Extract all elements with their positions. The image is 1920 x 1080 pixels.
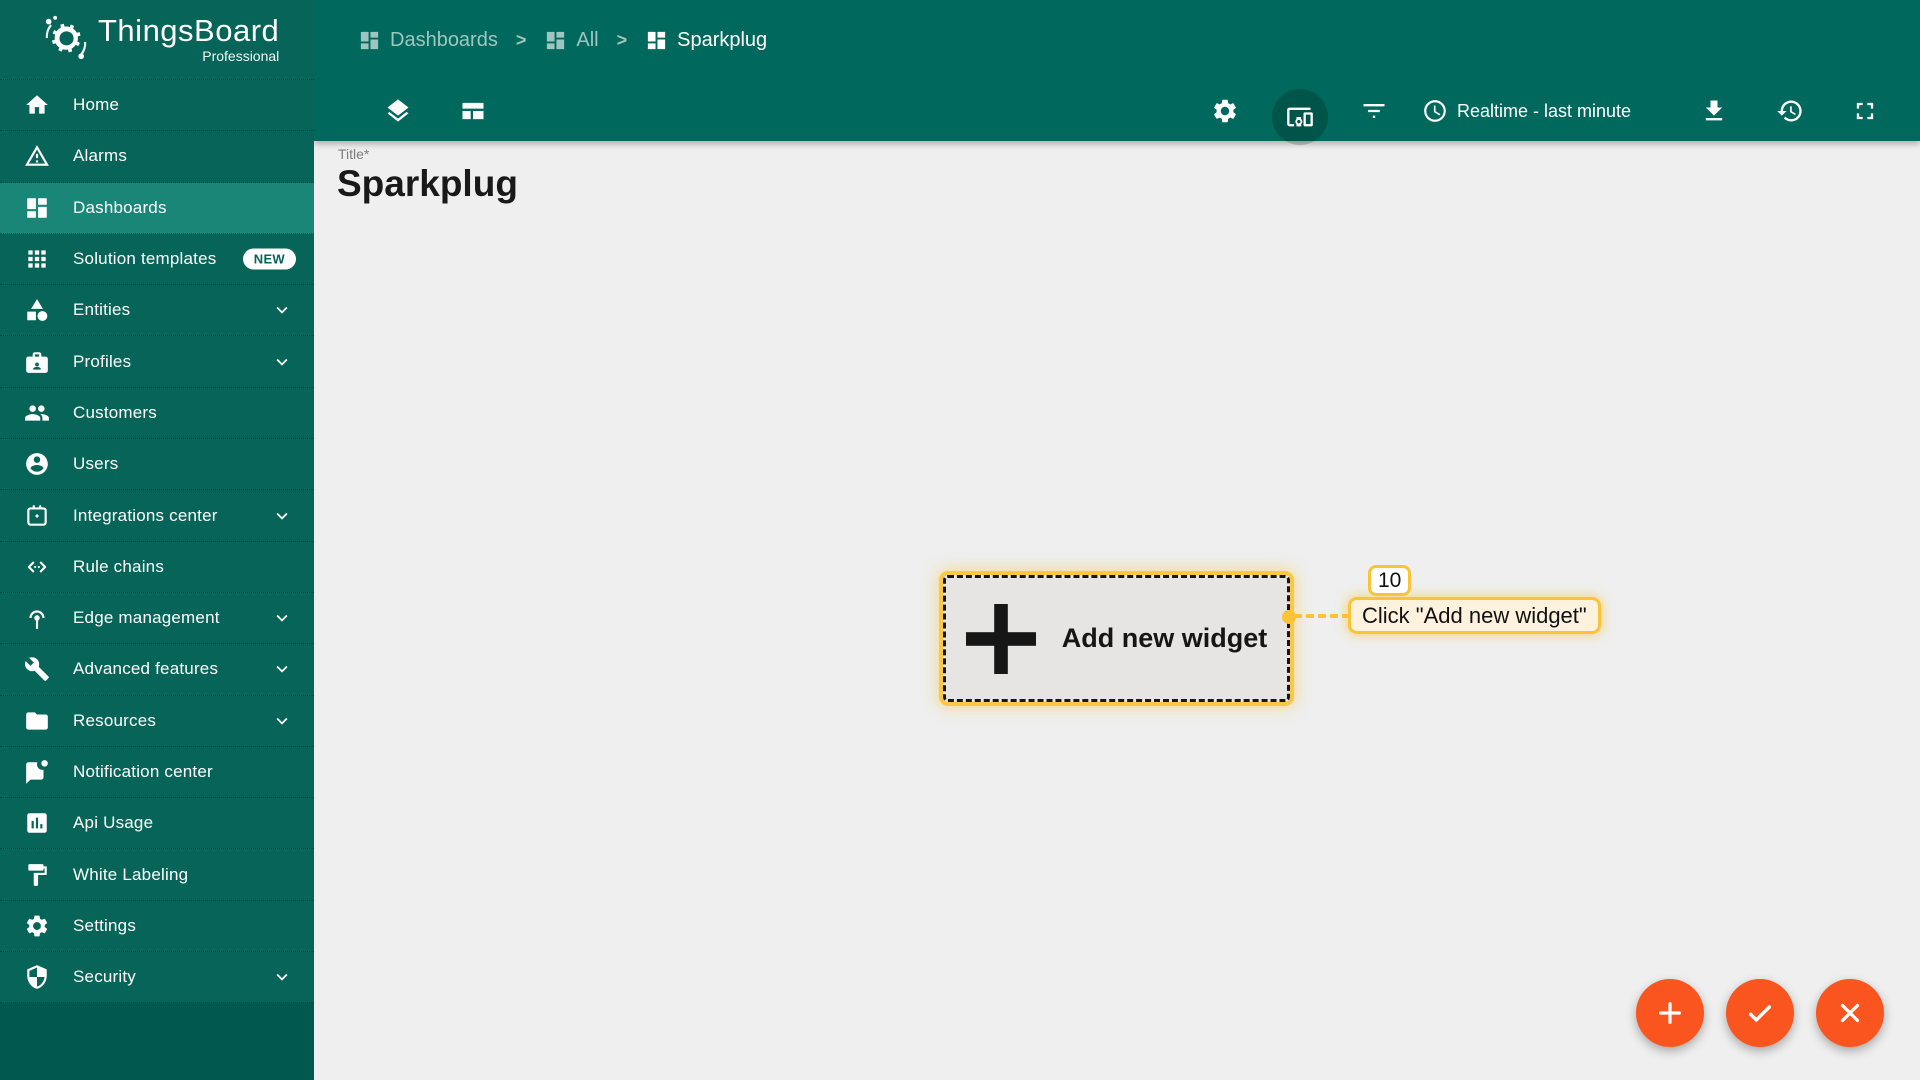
dashboard-canvas: Title* Sparkplug Add new widget 10 Click… — [314, 141, 1920, 1080]
dashboards-icon — [645, 29, 668, 52]
sidebar-item-edge-management[interactable]: Edge management — [0, 593, 314, 645]
breadcrumb-dashboards[interactable]: Dashboards — [358, 29, 498, 52]
apply-changes-fab[interactable] — [1726, 979, 1794, 1047]
breadcrumb-separator: > — [616, 29, 628, 50]
plus-icon — [1654, 997, 1686, 1029]
sidebar-item-profiles[interactable]: Profiles — [0, 336, 314, 388]
sidebar-item-resources[interactable]: Resources — [0, 696, 314, 747]
resources-icon — [24, 708, 50, 734]
sidebar-filler — [0, 1003, 314, 1080]
manage-layouts-button[interactable] — [451, 89, 495, 133]
customers-icon — [24, 400, 50, 426]
sidebar-item-alarms[interactable]: Alarms — [0, 131, 314, 183]
sidebar-item-customers[interactable]: Customers — [0, 388, 314, 440]
close-icon — [1835, 998, 1865, 1028]
annotation-connector-line — [1294, 614, 1350, 618]
chevron-down-icon — [271, 505, 293, 527]
sidebar-item-home[interactable]: Home — [0, 80, 314, 132]
chevron-down-icon — [271, 710, 293, 732]
chevron-down-icon — [271, 299, 293, 321]
dashboard-toolbar: Realtime - last minute — [314, 80, 1920, 145]
entity-aliases-button[interactable] — [1272, 89, 1328, 145]
manage-layouts-icon — [459, 97, 487, 125]
layers-icon — [384, 97, 412, 125]
sidebar-item-integrations-center[interactable]: Integrations center — [0, 490, 314, 542]
solution-templates-icon — [24, 246, 50, 272]
download-icon — [1700, 97, 1728, 125]
settings-icon — [24, 913, 50, 939]
timewindow-label: Realtime - last minute — [1457, 100, 1632, 121]
white-labeling-icon — [24, 862, 50, 888]
sidebar-item-security[interactable]: Security — [0, 952, 314, 1004]
breadcrumb: Dashboards > All > Sparkplug — [358, 0, 767, 80]
new-badge: NEW — [242, 248, 296, 270]
entities-icon — [24, 297, 50, 323]
filter-icon — [1360, 97, 1388, 125]
brand-logo[interactable]: ThingsBoard Professional — [0, 0, 314, 80]
annotation-instruction: Click "Add new widget" — [1348, 597, 1601, 634]
dashboard-title-input[interactable]: Sparkplug — [337, 163, 518, 205]
chevron-down-icon — [271, 658, 293, 680]
notification-center-icon — [24, 759, 50, 785]
api-usage-icon — [24, 810, 50, 836]
top-header: ThingsBoard Professional Dashboards > Al… — [0, 0, 1920, 80]
breadcrumb-separator: > — [515, 29, 527, 50]
chevron-down-icon — [271, 966, 293, 988]
rule-chains-icon — [24, 554, 50, 580]
sidebar-item-advanced-features[interactable]: Advanced features — [0, 644, 314, 696]
sidebar-item-rule-chains[interactable]: Rule chains — [0, 542, 314, 593]
sidebar-item-settings[interactable]: Settings — [0, 901, 314, 953]
dashboards-icon — [544, 29, 567, 52]
sidebar-item-solution-templates[interactable]: Solution templates NEW — [0, 234, 314, 286]
fullscreen-icon — [1851, 97, 1879, 125]
edge-management-icon — [24, 605, 50, 631]
brand-name: ThingsBoard — [98, 13, 280, 48]
thingsboard-logo-icon — [40, 14, 92, 66]
dashboards-icon — [24, 195, 50, 221]
alarms-icon — [24, 143, 50, 169]
users-icon — [24, 451, 50, 477]
toolbar-fullscreen-button[interactable] — [1843, 89, 1887, 133]
advanced-features-icon — [24, 656, 50, 682]
dashboard-settings-button[interactable] — [1203, 89, 1247, 133]
thingsboard-app: ThingsBoard Professional Dashboards > Al… — [0, 0, 1920, 1080]
add-new-widget-button[interactable]: Add new widget — [943, 575, 1290, 702]
filters-button[interactable] — [1352, 89, 1396, 133]
home-icon — [24, 92, 50, 118]
history-button[interactable] — [1768, 89, 1812, 133]
sidebar-item-notification-center[interactable]: Notification center — [0, 747, 314, 799]
clock-icon — [1422, 98, 1448, 124]
dashboards-icon — [358, 29, 381, 52]
history-icon — [1776, 97, 1804, 125]
dashboard-title-label: Title* — [338, 146, 370, 162]
settings-icon — [1211, 97, 1239, 125]
sidebar-item-api-usage[interactable]: Api Usage — [0, 798, 314, 850]
sidebar: Home Alarms Dashboards Solution template… — [0, 80, 314, 1080]
integrations-icon — [24, 503, 50, 529]
sidebar-item-white-labeling[interactable]: White Labeling — [0, 849, 314, 901]
sidebar-item-dashboards[interactable]: Dashboards — [0, 182, 314, 234]
plus-icon — [965, 603, 1036, 674]
security-icon — [24, 964, 50, 990]
export-button[interactable] — [1692, 89, 1736, 133]
add-widget-label: Add new widget — [1061, 623, 1268, 653]
timewindow-button[interactable]: Realtime - last minute — [1422, 89, 1631, 133]
brand-edition: Professional — [202, 48, 280, 64]
sidebar-item-users[interactable]: Users — [0, 439, 314, 491]
annotation-step-number: 10 — [1368, 565, 1412, 596]
cancel-changes-fab[interactable] — [1816, 979, 1884, 1047]
breadcrumb-all[interactable]: All — [544, 29, 599, 52]
check-icon — [1744, 997, 1776, 1029]
dashboard-states-button[interactable] — [376, 89, 420, 133]
chevron-down-icon — [271, 351, 293, 373]
breadcrumb-sparkplug[interactable]: Sparkplug — [645, 29, 767, 52]
sidebar-item-entities[interactable]: Entities — [0, 285, 314, 337]
chevron-down-icon — [271, 607, 293, 629]
brand-text: ThingsBoard Professional — [98, 15, 279, 64]
profiles-icon — [24, 349, 50, 375]
entity-aliases-icon — [1286, 103, 1314, 131]
add-widget-fab[interactable] — [1636, 979, 1704, 1047]
